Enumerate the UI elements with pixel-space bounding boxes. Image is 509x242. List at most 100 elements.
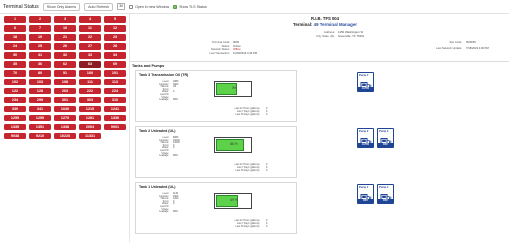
terminal-button[interactable]: 101 — [104, 69, 126, 77]
terminal-button[interactable]: 1351 — [29, 123, 51, 131]
terminal-button[interactable]: 224 — [104, 87, 126, 95]
info-label: Last Network Update: — [436, 47, 462, 51]
terminal-button[interactable]: 1241 — [104, 105, 126, 113]
terminal-button[interactable]: 301 — [54, 96, 76, 104]
terminal-button[interactable]: 6 — [4, 24, 26, 32]
terminal-button[interactable]: 32 — [54, 51, 76, 59]
terminal-button[interactable]: 113 — [104, 78, 126, 86]
terminal-button[interactable]: 27 — [79, 42, 101, 50]
pump-tile[interactable]: Pump 4 AUTO — [357, 72, 374, 92]
terminal-button[interactable]: 30 — [4, 51, 26, 59]
terminal-button[interactable]: 341 — [29, 105, 51, 113]
pump-tile[interactable]: Pump 4 OFF — [377, 184, 394, 204]
city-label: City, State, Zip: — [316, 34, 335, 38]
refresh-interval-input[interactable]: 30 — [117, 3, 126, 10]
terminal-button[interactable]: 5 — [104, 16, 126, 23]
terminal-button[interactable]: 11331 — [79, 132, 101, 140]
header-divider — [130, 61, 509, 62]
terminal-button[interactable]: 10 — [54, 24, 76, 32]
terminal-button[interactable]: 34 — [104, 51, 126, 59]
terminal-button[interactable]: 70 — [4, 69, 26, 77]
terminal-button[interactable]: 9210 — [29, 132, 51, 140]
terminal-button[interactable]: 310 — [104, 96, 126, 104]
terminal-button[interactable]: 122 — [4, 87, 26, 95]
tank-panel: Tank 1 Unleaded (UL) Level: 1130 Capacity: 2… — [135, 182, 297, 234]
terminal-button[interactable]: 100 — [79, 69, 101, 77]
tank-stat-value: 0 — [173, 146, 175, 150]
show-tls-status-toggle[interactable]: Show TLS Status — [173, 4, 207, 9]
terminal-id: 49 — [313, 22, 319, 27]
open-new-window-link[interactable]: Open in new Window — [129, 4, 169, 9]
terminal-button[interactable]: 330 — [4, 105, 26, 113]
terminal-name: Terminal Manager — [319, 22, 358, 27]
terminal-button[interactable]: 1259 — [29, 114, 51, 122]
terminal-button[interactable]: 1215 — [79, 105, 101, 113]
terminal-button[interactable]: 69 — [104, 60, 126, 68]
terminal-button[interactable]: 1 — [4, 16, 26, 23]
terminal-button[interactable]: 4 — [79, 16, 101, 23]
terminal-button[interactable]: 23 — [104, 33, 126, 41]
terminal-button[interactable]: 2004 — [79, 123, 101, 131]
terminal-button[interactable]: 222 — [79, 87, 101, 95]
terminal-button[interactable]: 1270 — [54, 114, 76, 122]
terminal-button[interactable]: 19 — [29, 33, 51, 41]
pump-label: Pump 4 — [379, 186, 389, 189]
sales-value: 0 — [266, 113, 268, 117]
pump-tile[interactable]: Pump 3 OFF — [377, 128, 394, 148]
terminal-button[interactable]: 28 — [104, 42, 126, 50]
terminal-button[interactable]: 24 — [4, 42, 26, 50]
sales-label: Last 30 Days (gallons): — [235, 113, 260, 117]
terminal-button[interactable]: 1338 — [54, 123, 76, 131]
tank-title: Tank 1 Unleaded (UL) — [139, 185, 176, 189]
tank-stat-label: Leakage: — [159, 210, 169, 214]
pump-tile[interactable]: Pump 2 AUTO — [357, 128, 374, 148]
collapse-handle-icon[interactable]: ‹ — [124, 122, 127, 132]
terminal-button[interactable]: 1040 — [54, 105, 76, 113]
terminal-button[interactable]: 22 — [79, 33, 101, 41]
terminal-button[interactable]: 63 — [79, 60, 101, 68]
pump-tile[interactable]: Pump 1 OFF — [357, 184, 374, 204]
terminal-button[interactable]: 35 — [4, 60, 26, 68]
terminal-button[interactable]: 299 — [29, 96, 51, 104]
terminal-button[interactable]: 91 — [54, 69, 76, 77]
terminal-button[interactable]: 31 — [29, 51, 51, 59]
terminal-button[interactable]: 1255 — [4, 114, 26, 122]
terminal-button[interactable]: 2 — [29, 16, 51, 23]
terminal-button[interactable]: 26 — [54, 42, 76, 50]
pump-label: Pump 3 — [379, 130, 389, 133]
tank-stat-label: Leakage: — [159, 98, 169, 102]
terminal-button[interactable]: 102 — [4, 78, 26, 86]
terminal-button[interactable]: 21 — [54, 33, 76, 41]
terminal-button[interactable]: 1330 — [104, 114, 126, 122]
terminal-button[interactable]: 203 — [54, 87, 76, 95]
terminal-button[interactable]: 111 — [79, 78, 101, 86]
terminal-button[interactable]: 18 — [4, 33, 26, 41]
terminal-button[interactable]: 1281 — [79, 114, 101, 122]
terminal-button[interactable]: 11 — [79, 24, 101, 32]
terminal-button[interactable]: 3 — [54, 16, 76, 23]
terminal-button[interactable]: 128 — [29, 87, 51, 95]
city-value: Greenville, TX 75401 — [338, 34, 365, 38]
terminal-heading: Terminal: 49 Terminal Manager — [260, 22, 390, 27]
terminal-button[interactable]: 103 — [29, 78, 51, 86]
terminal-button[interactable]: 10226 — [54, 132, 76, 140]
terminal-button[interactable]: 9038 — [4, 132, 26, 140]
terminal-button[interactable]: 80 — [29, 69, 51, 77]
terminal-button[interactable]: 12 — [104, 24, 126, 32]
terminal-button[interactable]: 62 — [54, 60, 76, 68]
terminal-button[interactable]: 33 — [79, 51, 101, 59]
terminal-button[interactable]: 303 — [79, 96, 101, 104]
terminal-button[interactable]: 7 — [29, 24, 51, 32]
terminal-button[interactable]: 1335 — [4, 123, 26, 131]
auto-refresh-button[interactable]: Auto Refresh — [84, 2, 114, 11]
tank-stat-value: Oil — [173, 85, 176, 89]
checkbox-icon — [173, 4, 178, 9]
terminal-button[interactable]: 36 — [29, 60, 51, 68]
show-only-alarms-button[interactable]: Show Only Alarms — [42, 2, 81, 11]
info-value: 0049/50 — [466, 41, 476, 44]
terminal-detail-panel: R.I.B. TFS 004 Terminal: 49 Terminal Man… — [130, 14, 509, 242]
terminal-button[interactable]: 25 — [29, 42, 51, 50]
terminal-button[interactable]: 234 — [4, 96, 26, 104]
terminal-button[interactable]: 108 — [54, 78, 76, 86]
terminal-button[interactable]: 9001 — [104, 123, 126, 131]
